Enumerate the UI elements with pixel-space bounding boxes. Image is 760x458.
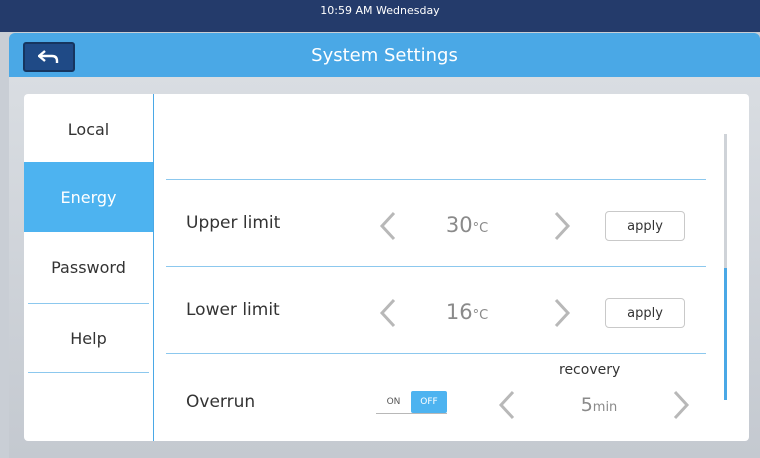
lower-limit-unit: °C (472, 308, 489, 323)
toggle-off-option[interactable]: OFF (411, 391, 447, 413)
sidebar: Local Energy Password Help (24, 94, 154, 441)
lower-limit-apply-button[interactable]: apply (605, 298, 685, 328)
recovery-unit: min (592, 400, 618, 415)
upper-limit-unit: °C (472, 221, 489, 236)
title-bar: System Settings (9, 33, 760, 77)
status-bar: 10:59 AM Wednesday (0, 0, 760, 32)
chevron-right-icon[interactable] (670, 390, 692, 420)
scrollbar-thumb[interactable] (724, 268, 727, 400)
overrun-toggle[interactable]: ON OFF (376, 391, 447, 414)
upper-limit-value: 30°C (427, 213, 507, 237)
divider (28, 372, 149, 373)
sidebar-item-energy[interactable]: Energy (24, 162, 153, 232)
settings-panel: Local Energy Password Help Upper limit 3… (24, 94, 749, 441)
sidebar-item-label: Local (67, 119, 110, 139)
toggle-on-option[interactable]: ON (376, 391, 411, 413)
chevron-right-icon[interactable] (551, 211, 573, 241)
divider (166, 353, 706, 354)
lower-limit-value: 16°C (427, 300, 507, 324)
sidebar-item-help[interactable]: Help (24, 303, 153, 373)
divider (166, 179, 706, 180)
status-time: 10:59 AM Wednesday (320, 4, 440, 17)
upper-limit-apply-button[interactable]: apply (605, 211, 685, 241)
lower-limit-number: 16 (445, 300, 473, 324)
sidebar-item-password[interactable]: Password (24, 232, 153, 302)
sidebar-item-label: Energy (60, 187, 117, 207)
recovery-number: 5 (580, 394, 593, 416)
sidebar-item-local[interactable]: Local (24, 94, 153, 164)
upper-limit-label: Upper limit (186, 213, 281, 233)
recovery-value: 5min (559, 394, 639, 416)
lower-limit-label: Lower limit (186, 300, 280, 320)
divider (166, 266, 706, 267)
chevron-left-icon[interactable] (496, 390, 518, 420)
chevron-left-icon[interactable] (377, 211, 399, 241)
overrun-label: Overrun (186, 392, 256, 412)
energy-content: Upper limit 30°C apply Lower limit 16°C … (154, 94, 749, 441)
chevron-left-icon[interactable] (377, 298, 399, 328)
chevron-right-icon[interactable] (551, 298, 573, 328)
sidebar-item-label: Password (51, 257, 126, 277)
recovery-label: recovery (559, 362, 621, 378)
sidebar-item-label: Help (70, 328, 107, 348)
upper-limit-number: 30 (445, 213, 473, 237)
page-title: System Settings (311, 45, 458, 66)
